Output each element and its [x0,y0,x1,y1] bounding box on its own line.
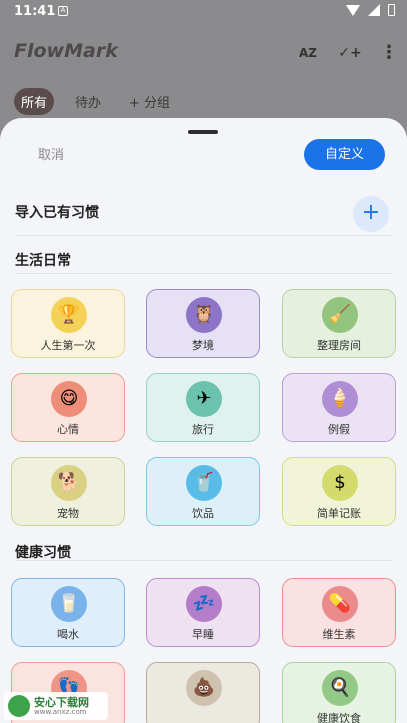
signal-icon [368,4,380,16]
water-glass-icon: 🥛 [51,586,87,622]
divider [15,560,392,561]
battery-icon [388,4,395,16]
habit-card[interactable]: 🥤 饮品 [146,457,260,526]
divider [15,273,392,274]
habit-card-label: 梦境 [192,339,214,352]
poop-icon: 💩 [186,670,222,706]
habit-card[interactable]: 💊 维生素 [282,578,396,647]
divider [15,235,392,236]
habit-card-label: 整理房间 [317,339,361,352]
habit-card[interactable]: 😋 心情 [11,373,125,442]
habit-template-sheet: 取消 自定义 导入已有习惯 + 生活日常 🏆 人生第一次 🦉 梦境 🧹 整理房间 😋 心情 ✈ 旅… [0,118,407,723]
habit-card-label: 饮品 [192,507,214,520]
habit-card-label: 简单记账 [317,507,361,520]
tab-all[interactable]: 所有 [14,88,55,115]
habit-card[interactable]: 🍳 健康饮食 [282,662,396,723]
cup-icon: 🥤 [186,465,222,501]
status-time: 11:41 [14,4,56,19]
notification-app-icon: A [58,6,68,16]
status-icons [346,4,395,16]
smile-icon: 😋 [51,381,87,417]
habit-card[interactable]: 🏆 人生第一次 [11,289,125,358]
dollar-icon: $ [322,465,358,501]
section-title-healthy-habits: 健康习惯 [15,545,71,561]
add-group-button[interactable]: + 分组 [122,88,177,115]
habit-card[interactable]: 💩 [146,662,260,723]
section-title-daily-life: 生活日常 [15,253,71,269]
habit-card-label: 旅行 [192,423,214,436]
habit-card-label: 人生第一次 [40,339,96,352]
sleep-icon: 💤 [186,586,222,622]
habit-card[interactable]: ✈ 旅行 [146,373,260,442]
import-label: 导入已有习惯 [15,205,99,221]
status-bar: 11:41 A [0,0,407,24]
habit-card-label: 健康饮食 [317,712,361,723]
dog-icon: 🐕 [51,465,87,501]
more-menu-icon[interactable]: ⋮ [376,40,402,66]
pill-icon: 💊 [322,586,358,622]
habit-card-label: 喝水 [57,628,79,641]
habit-card[interactable]: 🐕 宠物 [11,457,125,526]
owl-icon: 🦉 [186,297,222,333]
trophy-icon: 🏆 [51,297,87,333]
cancel-button[interactable]: 取消 [38,144,64,163]
airplane-icon: ✈ [186,381,222,417]
sort-az-icon[interactable]: AZ [295,40,321,66]
habit-card[interactable]: $ 简单记账 [282,457,396,526]
habit-card-label: 心情 [57,423,79,436]
habit-card-label: 维生素 [322,628,356,641]
habit-card[interactable]: 🧹 整理房间 [282,289,396,358]
app-title: FlowMark [14,40,118,62]
watermark-shield-icon [8,695,30,717]
watermark-logo: 安心下载网 www.anxz.com [4,692,108,720]
egg-icon: 🍳 [322,670,358,706]
habit-card[interactable]: 🥛 喝水 [11,578,125,647]
tab-todo[interactable]: 待办 [68,88,108,115]
custom-button[interactable]: 自定义 [304,139,385,170]
icecream-icon: 🍦 [322,381,358,417]
drag-handle[interactable] [188,130,218,134]
app-header: FlowMark AZ ✓+ ⋮ [0,30,407,74]
habit-card-label: 宠物 [57,507,79,520]
habit-card-label: 例假 [328,423,350,436]
habit-card[interactable]: 🍦 例假 [282,373,396,442]
import-add-button[interactable]: + [353,196,389,232]
habit-card-label: 早睡 [192,628,214,641]
filter-tabs: 所有 待办 + 分组 [14,88,177,115]
watermark-subtitle: www.anxz.com [34,708,87,716]
habit-card[interactable]: 🦉 梦境 [146,289,260,358]
broom-icon: 🧹 [322,297,358,333]
habit-card[interactable]: 💤 早睡 [146,578,260,647]
wifi-icon [346,4,360,16]
import-existing-habits-row[interactable]: 导入已有习惯 + [15,196,392,236]
add-habit-icon[interactable]: ✓+ [337,40,363,66]
